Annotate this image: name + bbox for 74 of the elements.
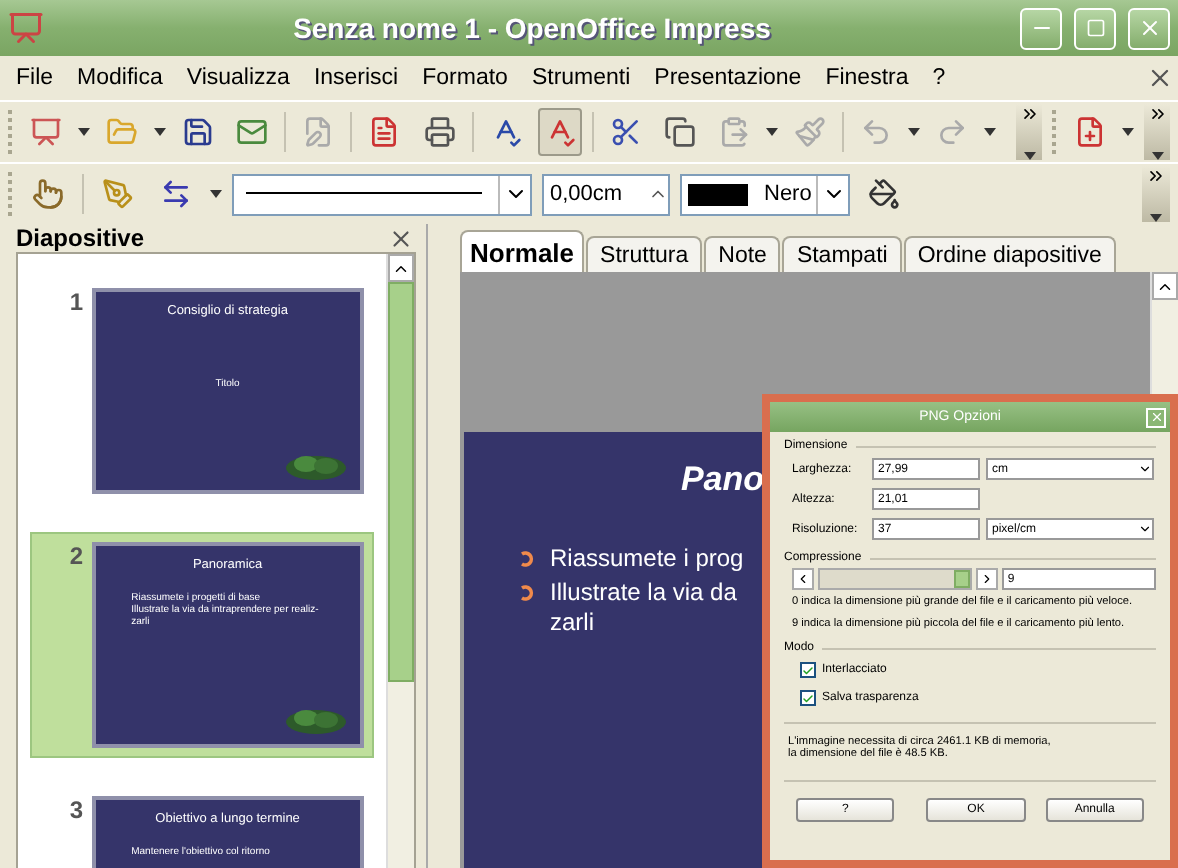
line-sample-icon <box>246 192 482 196</box>
pointer-icon <box>32 178 64 210</box>
menu-item[interactable]: Inserisci <box>301 66 411 90</box>
close-icon[interactable] <box>1146 64 1174 92</box>
more-button[interactable] <box>1016 104 1043 160</box>
menu-item[interactable]: Visualizza <box>174 66 302 90</box>
slide-number: 2 <box>67 542 84 574</box>
more-button[interactable] <box>1142 166 1170 222</box>
undo-icon <box>860 116 893 148</box>
slide-number: 1 <box>67 288 84 320</box>
edit-icon <box>302 116 335 148</box>
close-icon <box>1137 16 1161 40</box>
menu-item[interactable]: ? <box>920 66 958 90</box>
paste-icon <box>718 116 751 148</box>
panel-title: Diapositive <box>16 224 147 252</box>
folder-icon <box>106 116 139 148</box>
line-style-select[interactable] <box>232 173 532 215</box>
chevron-down-icon <box>1138 522 1152 536</box>
more-button[interactable] <box>1144 104 1171 160</box>
view-tab[interactable]: Note <box>704 236 781 272</box>
redo-icon <box>936 116 969 148</box>
window-title: Senza nome 1 - OpenOffice Impress <box>291 12 773 44</box>
bullet-icon <box>520 584 538 602</box>
line-color-select[interactable]: Nero <box>680 173 850 215</box>
right-arrow-button[interactable] <box>975 568 998 590</box>
save-icon <box>182 116 215 148</box>
close-button[interactable] <box>1128 7 1170 49</box>
new-page-icon <box>1074 116 1107 148</box>
mail-icon <box>236 116 269 148</box>
compression-slider[interactable] <box>817 568 972 590</box>
checkbox[interactable] <box>800 662 816 678</box>
close-button[interactable] <box>1146 407 1166 427</box>
slide-bullet: Illustrate la via da zarli <box>550 578 737 638</box>
slide-bullet: Riassumete i prog <box>550 544 744 574</box>
view-tab[interactable]: Ordine diapositive <box>903 236 1116 272</box>
scissors-icon <box>609 116 642 148</box>
slide-number: 3 <box>67 796 84 828</box>
pen-icon <box>102 178 134 210</box>
printer-icon <box>423 116 456 148</box>
arrows-icon <box>160 178 192 210</box>
close-icon <box>1149 410 1163 424</box>
copy-icon <box>663 116 696 148</box>
chevron-right-icon <box>979 572 994 586</box>
view-tab[interactable]: Struttura <box>586 236 703 272</box>
chevrons-icon <box>1019 104 1040 124</box>
slide-title: Pano <box>680 460 764 500</box>
chevrons-icon <box>1147 104 1168 124</box>
bullet-icon <box>520 550 538 568</box>
slider-thumb[interactable] <box>953 570 970 588</box>
pdf-icon <box>368 116 401 148</box>
line-width-field[interactable]: 0,00cm <box>542 173 670 215</box>
chevron-down-icon <box>1138 462 1152 476</box>
view-tab[interactable]: Normale <box>460 230 585 272</box>
autospell-button[interactable] <box>537 108 582 156</box>
menu-item[interactable]: Formato <box>410 66 520 90</box>
new-icon <box>29 116 62 148</box>
scrollbar[interactable] <box>386 254 414 868</box>
menu-item[interactable]: Strumenti <box>519 66 643 90</box>
chevron-left-icon <box>795 572 810 586</box>
minimize-button[interactable] <box>1020 7 1062 49</box>
checkbox[interactable] <box>800 690 816 706</box>
paint-bucket-icon <box>868 178 900 210</box>
left-arrow-button[interactable] <box>792 568 814 590</box>
app-icon <box>8 10 44 46</box>
menu-item[interactable]: Presentazione <box>642 66 814 90</box>
menu-item[interactable]: File <box>4 66 66 90</box>
menu-item[interactable]: Finestra <box>813 66 921 90</box>
maximize-icon <box>1085 18 1105 38</box>
maximize-button[interactable] <box>1074 7 1116 49</box>
close-icon[interactable] <box>388 225 414 251</box>
menu-item[interactable]: Modifica <box>65 66 175 90</box>
view-tab[interactable]: Stampati <box>782 236 902 272</box>
brush-icon <box>794 116 827 148</box>
chevrons-icon <box>1146 166 1166 186</box>
